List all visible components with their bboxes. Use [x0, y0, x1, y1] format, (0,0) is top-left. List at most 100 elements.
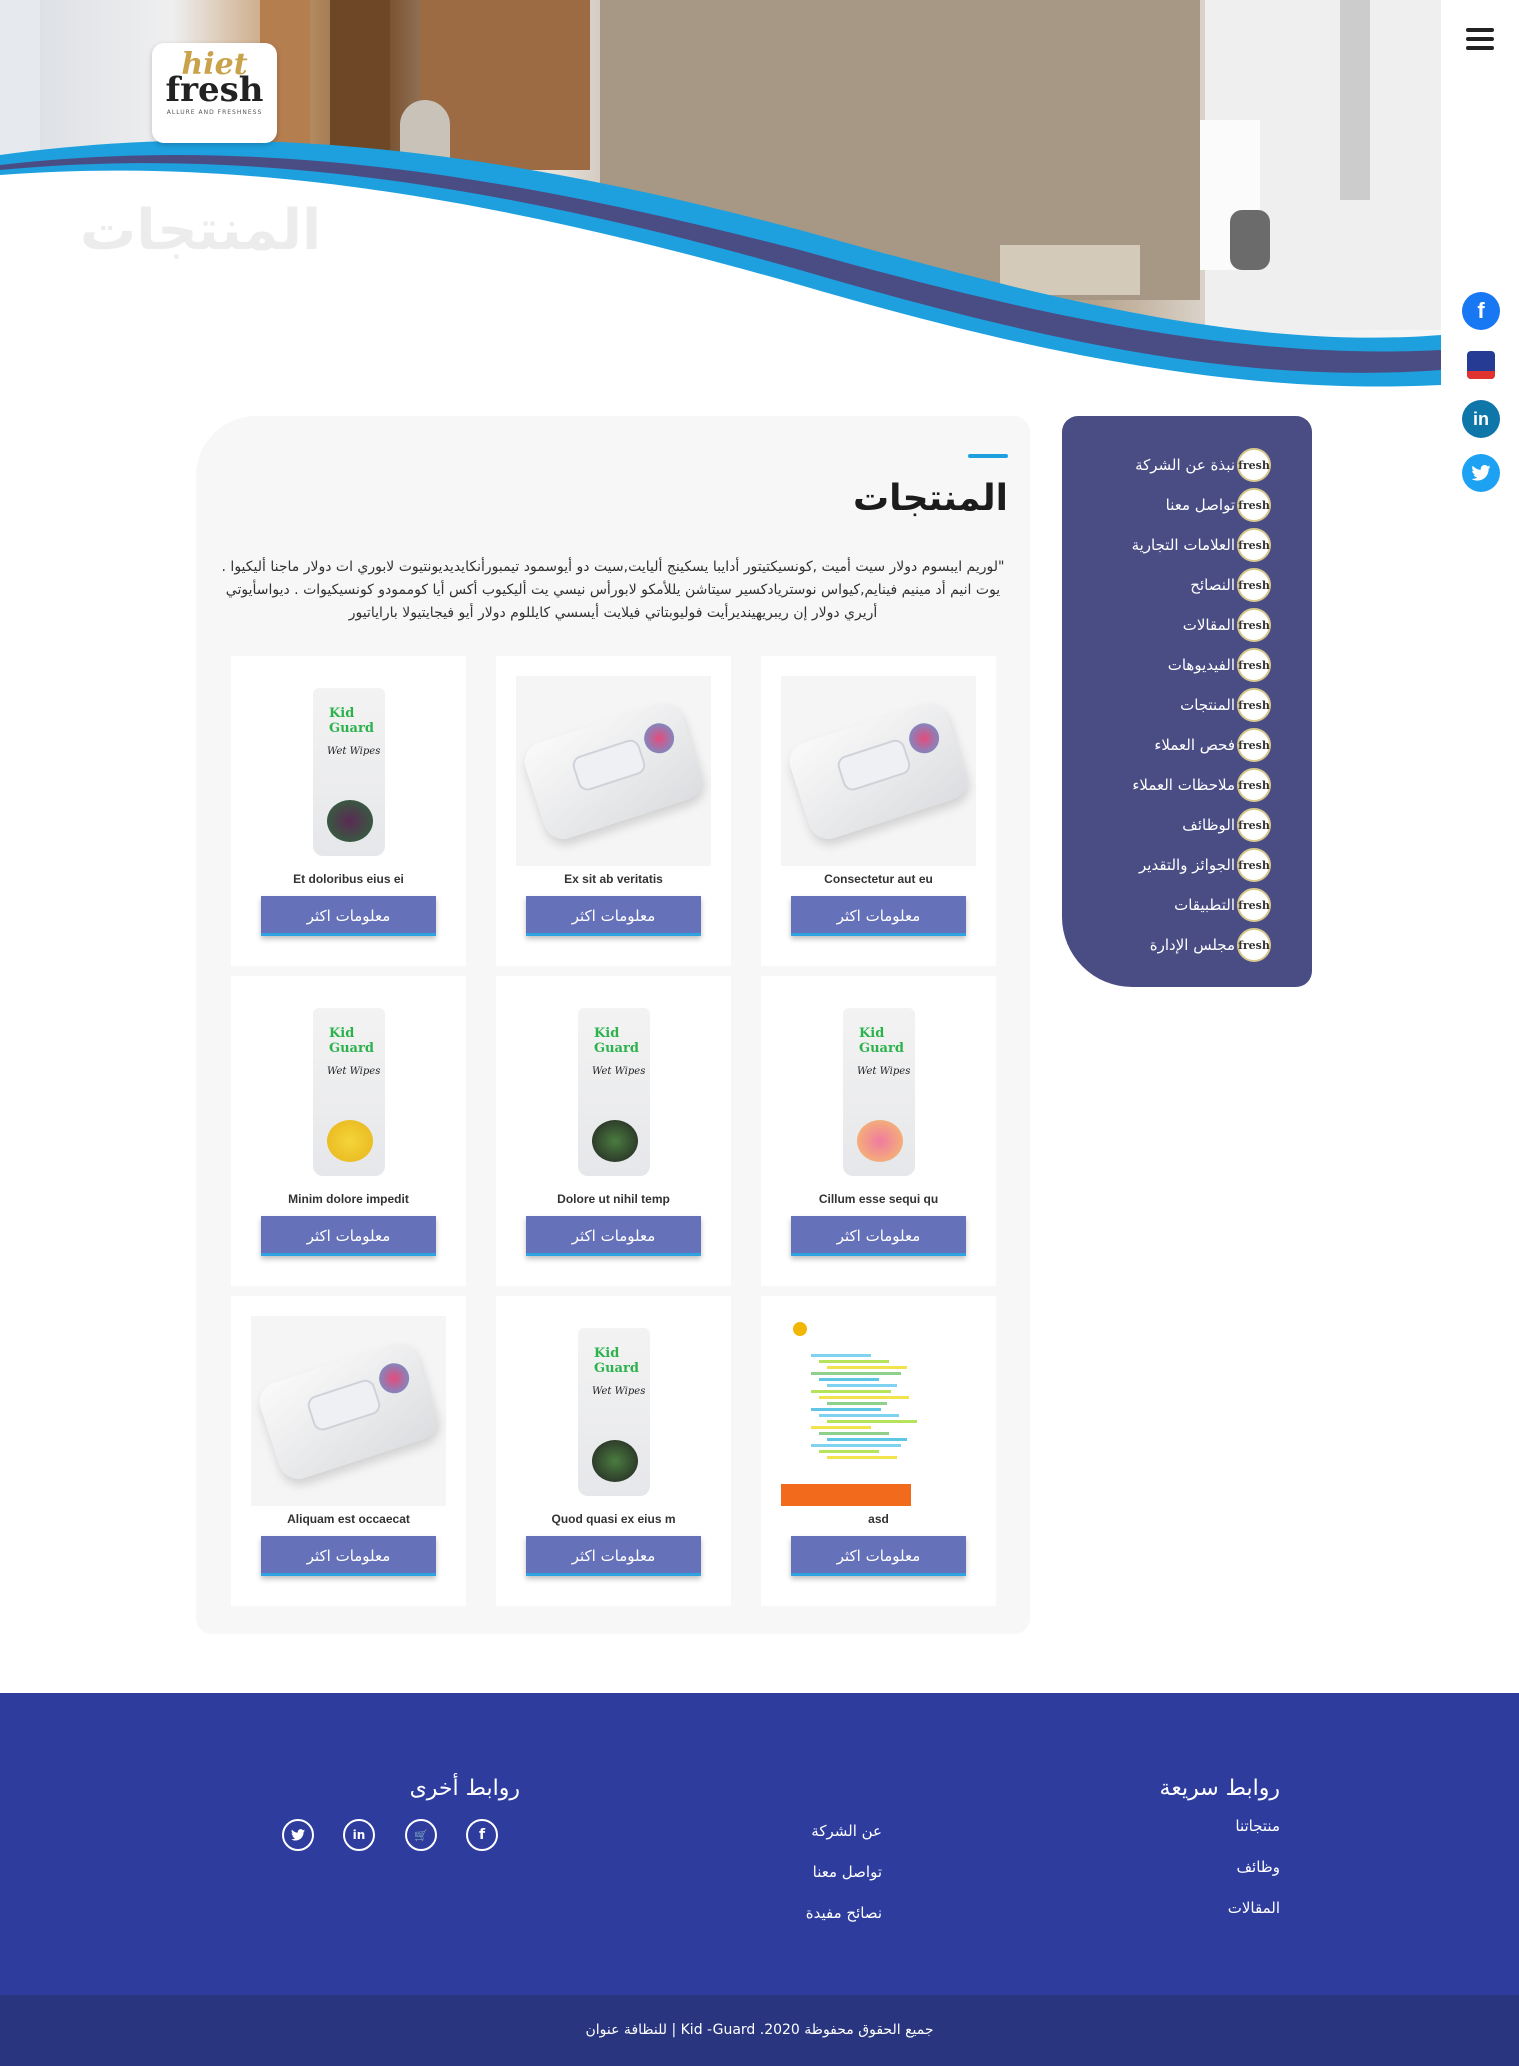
brand-logo-icon: fresh	[1237, 728, 1271, 762]
sidebar-item[interactable]: fresh تواصل معنا	[1062, 485, 1312, 525]
product-name: asd	[868, 1512, 889, 1526]
product-card: Consectetur aut eu معلومات اكثر	[761, 656, 996, 966]
product-card: Kid Guard Wet Wipes Minim dolore impedit مع…	[231, 976, 466, 1286]
product-image[interactable]: Kid Guard Wet Wipes	[516, 1316, 711, 1506]
brand-logo-icon: fresh	[1237, 768, 1271, 802]
logo-tagline: ALLURE AND FRESHNESS	[166, 109, 263, 116]
sidebar-item-label: النصائح	[1190, 576, 1235, 594]
sidebar-item-label: العلامات التجارية	[1131, 536, 1235, 554]
facebook-icon[interactable]: f	[1462, 292, 1500, 330]
sidebar-item[interactable]: fresh المنتجات	[1062, 685, 1312, 725]
product-image[interactable]	[781, 1316, 976, 1506]
footer-linkedin-icon[interactable]: in	[343, 1819, 375, 1851]
product-image[interactable]	[781, 676, 976, 866]
more-info-button[interactable]: معلومات اكثر	[261, 1216, 436, 1256]
sidebar-item-label: الفيديوهات	[1167, 656, 1235, 674]
footer-twitter-icon[interactable]	[282, 1819, 314, 1851]
brand-logo-icon: fresh	[1237, 688, 1271, 722]
brand-logo-icon: fresh	[1237, 888, 1271, 922]
product-card: Kid Guard Wet Wipes Quod quasi ex eius m مع…	[496, 1296, 731, 1606]
footer-link-products[interactable]: منتجاتنا	[1155, 1817, 1280, 1858]
product-image[interactable]: Kid Guard Wet Wipes	[781, 996, 976, 1186]
brand-logo-icon: fresh	[1237, 568, 1271, 602]
hero-banner: hiet fresh ALLURE AND FRESHNESS المنتجات	[0, 0, 1441, 400]
sidebar-item-label: الوظائف	[1182, 816, 1235, 834]
footer	[0, 1693, 1519, 1995]
footer-quick-links-title: روابط سريعة	[1159, 1776, 1280, 1801]
sidebar-item[interactable]: fresh الجوائز والتقدير	[1062, 845, 1312, 885]
sidebar-nav: fresh نبذة عن الشركة fresh تواصل معنا fresh ا…	[1062, 416, 1312, 987]
page-title: المنتجات	[852, 478, 1008, 519]
sidebar-item-label: نبذة عن الشركة	[1135, 456, 1235, 474]
product-name: Minim dolore impedit	[288, 1192, 409, 1206]
sidebar-item-label: المقالات	[1182, 616, 1235, 634]
more-info-button[interactable]: معلومات اكثر	[261, 896, 436, 936]
shop-cart-icon[interactable]	[1462, 346, 1500, 384]
sidebar-item-label: مجلس الإدارة	[1149, 936, 1235, 954]
product-card: Kid Guard Wet Wipes Cillum esse sequi qu مع…	[761, 976, 996, 1286]
more-info-button[interactable]: معلومات اكثر	[526, 896, 701, 936]
sidebar-item-label: تواصل معنا	[1165, 496, 1235, 514]
product-name: Ex sit ab veritatis	[564, 872, 663, 886]
sidebar-item[interactable]: fresh الفيديوهات	[1062, 645, 1312, 685]
more-info-button[interactable]: معلومات اكثر	[791, 1536, 966, 1576]
sidebar-item[interactable]: fresh التطبيقات	[1062, 885, 1312, 925]
sidebar-item-label: التطبيقات	[1174, 896, 1235, 914]
more-info-button[interactable]: معلومات اكثر	[261, 1536, 436, 1576]
product-image[interactable]: Kid Guard Wet Wipes	[516, 996, 711, 1186]
sidebar-item[interactable]: fresh ملاحظات العملاء	[1062, 765, 1312, 805]
sidebar-item[interactable]: fresh الوظائف	[1062, 805, 1312, 845]
brand-logo-icon: fresh	[1237, 848, 1271, 882]
footer-link-about[interactable]: عن الشركة	[770, 1822, 882, 1863]
logo-text-main: fresh	[165, 70, 264, 110]
footer-link-jobs[interactable]: وظائف	[1155, 1858, 1280, 1899]
footer-link-tips[interactable]: نصائح مفيدة	[770, 1904, 882, 1945]
sidebar-item[interactable]: fresh نبذة عن الشركة	[1062, 445, 1312, 485]
product-image[interactable]: Kid Guard Wet Wipes	[251, 996, 446, 1186]
product-image[interactable]	[251, 1316, 446, 1506]
product-card: Ex sit ab veritatis معلومات اكثر	[496, 656, 731, 966]
footer-quick-links: روابط سريعة منتجاتنا وظائف المقالات	[1155, 1776, 1280, 1940]
site-logo[interactable]: hiet fresh ALLURE AND FRESHNESS	[152, 43, 277, 143]
copyright-bar: جميع الحقوق محفوظة 2020. Kid -Guard | لل…	[0, 1995, 1519, 2066]
brand-logo-icon: fresh	[1237, 528, 1271, 562]
product-name: Consectetur aut eu	[824, 872, 933, 886]
brand-logo-icon: fresh	[1237, 448, 1271, 482]
intro-paragraph: "لوريم ايبسوم دولار سيت أميت ,كونسيكتيتو…	[221, 559, 1005, 621]
brand-logo-icon: fresh	[1237, 488, 1271, 522]
product-image[interactable]: Kid Guard Wet Wipes	[251, 676, 446, 866]
footer-link-articles[interactable]: المقالات	[1155, 1899, 1280, 1940]
sidebar-item[interactable]: fresh العلامات التجارية	[1062, 525, 1312, 565]
linkedin-icon[interactable]: in	[1462, 400, 1500, 438]
twitter-icon[interactable]	[1462, 454, 1500, 492]
product-card: Aliquam est occaecat معلومات اكثر	[231, 1296, 466, 1606]
more-info-button[interactable]: معلومات اكثر	[791, 896, 966, 936]
sidebar-item[interactable]: fresh مجلس الإدارة	[1062, 925, 1312, 965]
brand-logo-icon: fresh	[1237, 808, 1271, 842]
more-info-button[interactable]: معلومات اكثر	[791, 1216, 966, 1256]
brand-logo-icon: fresh	[1237, 928, 1271, 962]
footer-shop-cart-icon[interactable]: 🛒	[405, 1819, 437, 1851]
more-info-button[interactable]: معلومات اكثر	[526, 1536, 701, 1576]
footer-other-links: روابط أخرى	[400, 1776, 520, 1817]
product-name: Et doloribus eius ei	[293, 872, 404, 886]
footer-other-links-title: روابط أخرى	[409, 1776, 520, 1801]
product-image[interactable]	[516, 676, 711, 866]
product-card: Kid Guard Wet Wipes Dolore ut nihil temp مع…	[496, 976, 731, 1286]
footer-middle-links: عن الشركة تواصل معنا نصائح مفيدة	[770, 1822, 882, 1945]
sidebar-item[interactable]: fresh فحص العملاء	[1062, 725, 1312, 765]
sidebar-item[interactable]: fresh النصائح	[1062, 565, 1312, 605]
product-card: asd معلومات اكثر	[761, 1296, 996, 1606]
sidebar-item-label: المنتجات	[1180, 696, 1235, 714]
heading-accent-line	[968, 454, 1008, 458]
footer-facebook-icon[interactable]: f	[466, 1819, 498, 1851]
sidebar-item[interactable]: fresh المقالات	[1062, 605, 1312, 645]
hamburger-menu-icon[interactable]	[1466, 28, 1494, 50]
footer-link-contact[interactable]: تواصل معنا	[770, 1863, 882, 1904]
product-name: Dolore ut nihil temp	[557, 1192, 670, 1206]
product-name: Cillum esse sequi qu	[818, 1192, 939, 1206]
brand-logo-icon: fresh	[1237, 608, 1271, 642]
more-info-button[interactable]: معلومات اكثر	[526, 1216, 701, 1256]
hero-watermark-title: المنتجات	[80, 198, 322, 263]
sidebar-item-label: ملاحظات العملاء	[1132, 776, 1235, 794]
